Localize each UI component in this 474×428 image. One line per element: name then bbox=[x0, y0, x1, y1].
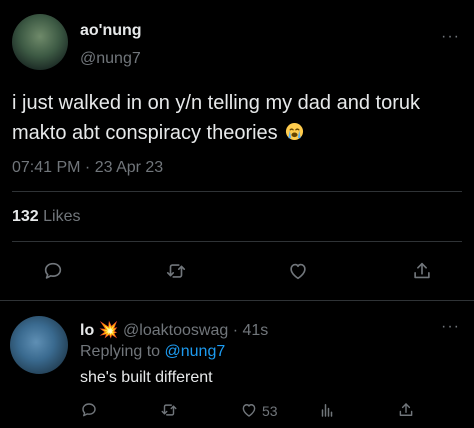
display-name[interactable]: ao'nung bbox=[80, 22, 142, 40]
more-options-icon[interactable]: ··· bbox=[441, 28, 460, 46]
user-handle[interactable]: @nung7 bbox=[80, 50, 141, 68]
reply-text: she's built different bbox=[80, 369, 213, 386]
divider bbox=[12, 191, 462, 192]
share-icon[interactable] bbox=[411, 260, 433, 282]
reply-display-name[interactable]: lo bbox=[80, 322, 94, 339]
retweet-icon[interactable] bbox=[165, 260, 187, 282]
likes-count: 132 bbox=[12, 208, 39, 225]
crying-face-emoji-icon bbox=[285, 120, 304, 141]
reply-header[interactable]: lo 💥 @loaktooswag · 41s bbox=[80, 320, 268, 340]
divider bbox=[12, 241, 462, 242]
tweet-text: i just walked in on y/n telling my dad a… bbox=[12, 88, 464, 148]
reply-handle[interactable]: @loaktooswag bbox=[123, 322, 228, 339]
reply-heart-icon[interactable] bbox=[240, 401, 258, 419]
reply-share-icon[interactable] bbox=[397, 401, 415, 419]
avatar[interactable] bbox=[12, 14, 68, 70]
reply-icon[interactable] bbox=[42, 260, 64, 282]
tweet-text-content: i just walked in on y/n telling my dad a… bbox=[12, 92, 420, 144]
tweet-timestamp[interactable]: 07:41 PM · 23 Apr 23 bbox=[12, 159, 163, 177]
replying-to-label: Replying to bbox=[80, 343, 161, 360]
reply-avatar[interactable] bbox=[10, 316, 68, 374]
divider bbox=[0, 300, 474, 301]
replying-to-mention[interactable]: @nung7 bbox=[165, 343, 226, 360]
explosion-emoji: 💥 bbox=[98, 322, 119, 339]
reply-age[interactable]: 41s bbox=[242, 322, 268, 339]
likes-summary[interactable]: 132 Likes bbox=[12, 208, 81, 226]
reply-reply-icon[interactable] bbox=[80, 401, 98, 419]
likes-label: Likes bbox=[43, 208, 81, 225]
heart-icon[interactable] bbox=[287, 260, 309, 282]
replying-to: Replying to @nung7 bbox=[80, 343, 225, 361]
reply-retweet-icon[interactable] bbox=[160, 401, 178, 419]
separator-dot: · bbox=[232, 322, 239, 339]
reply-more-options-icon[interactable]: ··· bbox=[441, 318, 460, 336]
reply-like-count: 53 bbox=[262, 403, 278, 419]
analytics-icon[interactable] bbox=[318, 401, 336, 419]
